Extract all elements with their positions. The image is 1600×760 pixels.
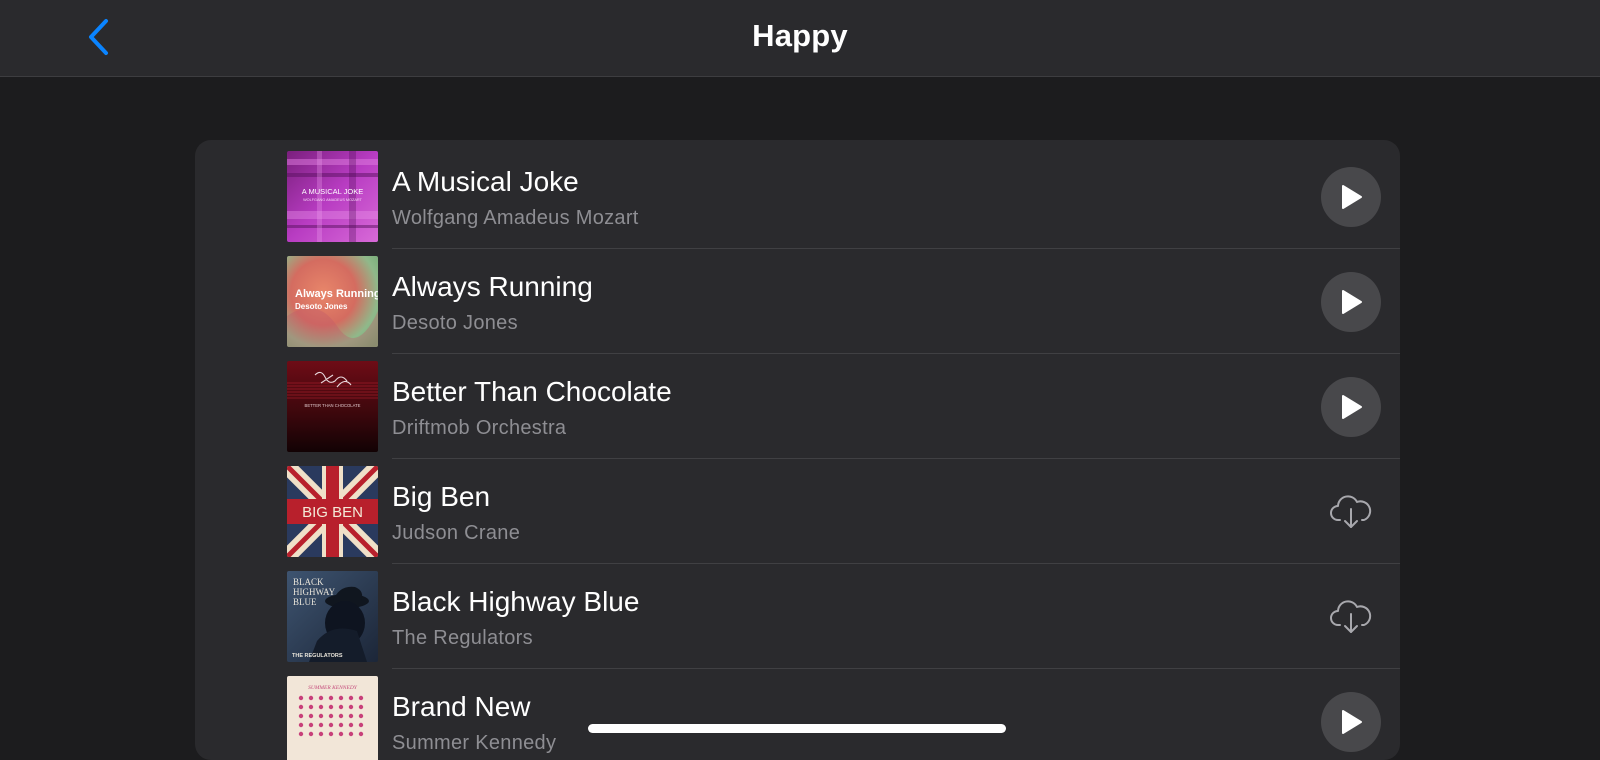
song-artist: Desoto Jones bbox=[392, 312, 518, 334]
svg-text:WOLFGANG AMADEUS MOZART: WOLFGANG AMADEUS MOZART bbox=[303, 198, 362, 202]
svg-text:SUMMER KENNEDY: SUMMER KENNEDY bbox=[308, 685, 358, 691]
cloud-download-icon bbox=[1330, 600, 1372, 633]
song-artist: Wolfgang Amadeus Mozart bbox=[392, 207, 639, 229]
song-row[interactable]: BETTER THAN CHOCOLATE Better Than Chocol… bbox=[195, 354, 1400, 459]
download-button[interactable] bbox=[1325, 592, 1377, 642]
song-title: Black Highway Blue bbox=[392, 586, 640, 617]
svg-text:BLUE: BLUE bbox=[293, 597, 317, 607]
play-icon bbox=[1342, 185, 1362, 209]
play-icon bbox=[1342, 290, 1362, 314]
play-icon bbox=[1342, 710, 1362, 734]
album-art: A MUSICAL JOKE WOLFGANG AMADEUS MOZART bbox=[287, 151, 378, 242]
song-row[interactable]: Always Running Desoto Jones Always Runni… bbox=[195, 249, 1400, 354]
song-row[interactable]: A MUSICAL JOKE WOLFGANG AMADEUS MOZART A… bbox=[195, 144, 1400, 249]
album-art: BIG BEN bbox=[287, 466, 378, 557]
home-indicator[interactable] bbox=[588, 724, 1006, 733]
album-art: Always Running Desoto Jones bbox=[287, 256, 378, 347]
song-row[interactable]: BLACK HIGHWAY BLUE THE REGULATORS Black … bbox=[195, 564, 1400, 669]
svg-text:BIG BEN: BIG BEN bbox=[302, 504, 363, 521]
play-icon bbox=[1342, 395, 1362, 419]
song-artist: Driftmob Orchestra bbox=[392, 417, 567, 439]
song-title: Better Than Chocolate bbox=[392, 376, 672, 407]
song-artist: Judson Crane bbox=[392, 522, 521, 544]
svg-text:BETTER THAN CHOCOLATE: BETTER THAN CHOCOLATE bbox=[305, 403, 361, 408]
svg-text:THE REGULATORS: THE REGULATORS bbox=[292, 653, 343, 659]
play-button[interactable] bbox=[1321, 167, 1381, 227]
song-title: Big Ben bbox=[392, 481, 491, 512]
song-artist: Summer Kennedy bbox=[392, 732, 557, 754]
song-artist: The Regulators bbox=[392, 627, 533, 649]
cloud-download-icon bbox=[1330, 495, 1372, 528]
svg-text:Always Running: Always Running bbox=[295, 288, 378, 300]
song-title: Brand New bbox=[392, 691, 531, 722]
svg-text:A MUSICAL JOKE: A MUSICAL JOKE bbox=[302, 187, 363, 196]
play-button[interactable] bbox=[1321, 692, 1381, 752]
album-art: SUMMER KENNEDY bbox=[287, 676, 378, 760]
svg-text:Desoto Jones: Desoto Jones bbox=[295, 302, 348, 311]
navigation-bar: Happy bbox=[0, 0, 1600, 77]
download-button[interactable] bbox=[1325, 487, 1377, 537]
album-art: BLACK HIGHWAY BLUE THE REGULATORS bbox=[287, 571, 378, 662]
svg-text:HIGHWAY: HIGHWAY bbox=[293, 587, 336, 597]
play-button[interactable] bbox=[1321, 377, 1381, 437]
album-art: BETTER THAN CHOCOLATE bbox=[287, 361, 378, 452]
song-title: A Musical Joke bbox=[392, 166, 579, 197]
svg-text:BLACK: BLACK bbox=[293, 577, 324, 587]
song-row[interactable]: BIG BEN Big Ben Judson Crane bbox=[195, 459, 1400, 564]
song-title: Always Running bbox=[392, 271, 593, 302]
page-title: Happy bbox=[752, 18, 848, 53]
play-button[interactable] bbox=[1321, 272, 1381, 332]
song-row[interactable]: SUMMER KENNEDY Brand New Summer Kennedy bbox=[195, 669, 1400, 760]
song-list: A MUSICAL JOKE WOLFGANG AMADEUS MOZART A… bbox=[195, 140, 1400, 760]
